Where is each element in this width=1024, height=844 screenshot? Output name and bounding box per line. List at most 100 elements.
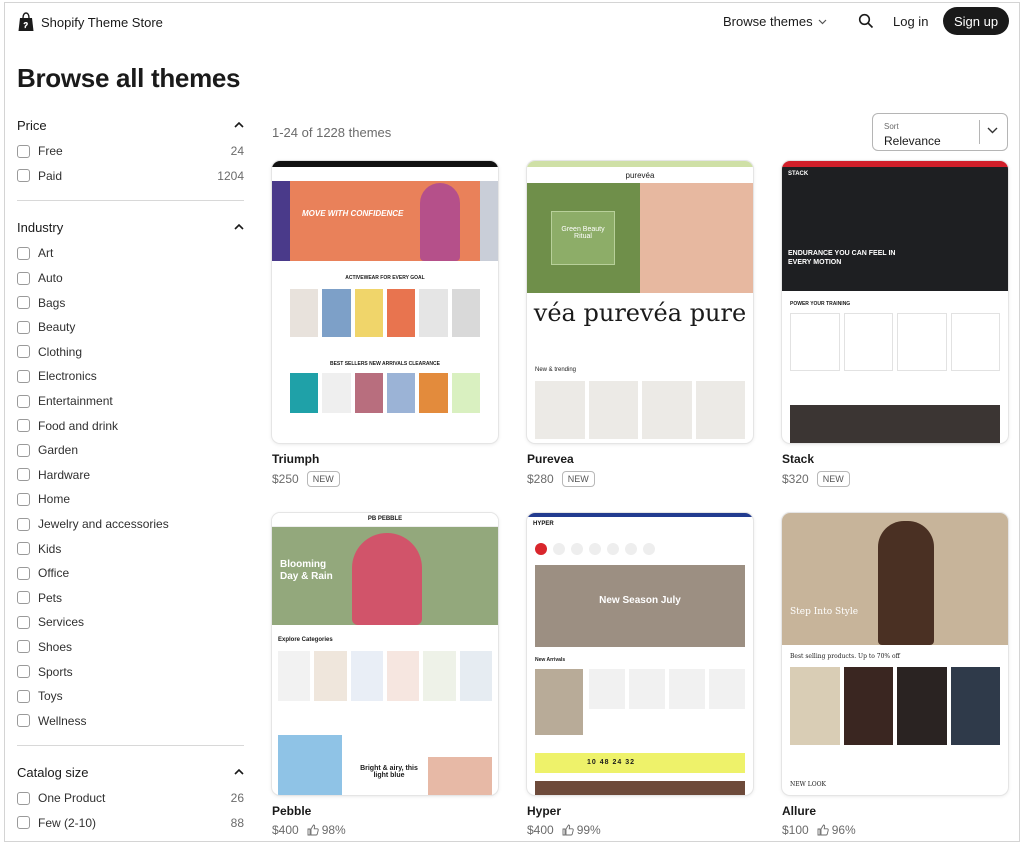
checkbox[interactable] bbox=[17, 566, 30, 580]
theme-name[interactable]: Hyper bbox=[527, 804, 753, 818]
preview-hero-portrait bbox=[640, 183, 753, 293]
preview-hero-text: Green Beauty Ritual bbox=[551, 211, 615, 265]
filter-option[interactable]: Entertainment bbox=[17, 389, 244, 414]
checkbox[interactable] bbox=[17, 714, 30, 728]
brand[interactable]: Shopify Theme Store bbox=[17, 12, 163, 32]
checkbox[interactable] bbox=[17, 492, 30, 506]
theme-card-stack[interactable]: STACK ENDURANCE YOU CAN FEEL IN EVERY MO… bbox=[782, 161, 1008, 487]
filter-option[interactable]: Clothing bbox=[17, 340, 244, 365]
filter-option[interactable]: One Product 26 bbox=[17, 786, 244, 811]
preview-category-icons bbox=[535, 543, 745, 555]
preview-product-row bbox=[535, 381, 745, 439]
facet-header-price[interactable]: Price bbox=[17, 111, 244, 139]
checkbox[interactable] bbox=[17, 517, 30, 531]
checkbox[interactable] bbox=[17, 665, 30, 679]
theme-card-allure[interactable]: Step Into Style Best selling products. U… bbox=[782, 513, 1008, 837]
theme-meta: $100 96% bbox=[782, 823, 1008, 837]
thumbs-up-icon bbox=[817, 824, 829, 836]
filter-option[interactable]: Beauty bbox=[17, 315, 244, 340]
facet-header-catalog-size[interactable]: Catalog size bbox=[17, 758, 244, 786]
filter-option[interactable]: Hardware bbox=[17, 463, 244, 488]
checkbox[interactable] bbox=[17, 542, 30, 556]
filter-option[interactable]: Free 24 bbox=[17, 139, 244, 164]
theme-preview-pebble[interactable]: PB PEBBLE Blooming Day & Rain Explore Ca… bbox=[272, 513, 498, 795]
preview-side-panel bbox=[272, 181, 290, 261]
checkbox[interactable] bbox=[17, 419, 30, 433]
filter-option[interactable]: Electronics bbox=[17, 364, 244, 389]
filter-option[interactable]: Jewelry and accessories bbox=[17, 512, 244, 537]
filter-option[interactable]: Wellness bbox=[17, 708, 244, 733]
theme-preview-stack[interactable]: STACK ENDURANCE YOU CAN FEEL IN EVERY MO… bbox=[782, 161, 1008, 443]
filter-option[interactable]: Office bbox=[17, 561, 244, 586]
filter-option[interactable]: Services bbox=[17, 610, 244, 635]
theme-name[interactable]: Triumph bbox=[272, 452, 498, 466]
option-label: Services bbox=[38, 615, 85, 630]
chevron-up-icon bbox=[234, 122, 244, 128]
checkbox[interactable] bbox=[17, 591, 30, 605]
preview-footer-image bbox=[535, 781, 745, 795]
checkbox[interactable] bbox=[17, 791, 30, 805]
checkbox[interactable] bbox=[17, 345, 30, 359]
checkbox[interactable] bbox=[17, 468, 30, 482]
theme-card-triumph[interactable]: MOVE WITH CONFIDENCE ACTIVEWEAR FOR EVER… bbox=[272, 161, 498, 487]
filter-option[interactable]: Art bbox=[17, 241, 244, 266]
theme-preview-hyper[interactable]: HYPER New Season July New Arrivals 10 48… bbox=[527, 513, 753, 795]
theme-card-hyper[interactable]: HYPER New Season July New Arrivals 10 48… bbox=[527, 513, 753, 837]
theme-price: $400 bbox=[527, 823, 554, 837]
theme-name[interactable]: Stack bbox=[782, 452, 1008, 466]
checkbox[interactable] bbox=[17, 296, 30, 310]
theme-name[interactable]: Pebble bbox=[272, 804, 498, 818]
theme-preview-allure[interactable]: Step Into Style Best selling products. U… bbox=[782, 513, 1008, 795]
filter-option[interactable]: Food and drink bbox=[17, 413, 244, 438]
checkbox[interactable] bbox=[17, 320, 30, 334]
checkbox[interactable] bbox=[17, 640, 30, 654]
option-count: 1204 bbox=[217, 168, 244, 183]
theme-name[interactable]: Allure bbox=[782, 804, 1008, 818]
filter-option[interactable]: Paid 1204 bbox=[17, 164, 244, 189]
option-label: Garden bbox=[38, 443, 79, 458]
login-link[interactable]: Log in bbox=[893, 14, 928, 29]
filter-option[interactable]: Sports bbox=[17, 659, 244, 684]
theme-card-purevea[interactable]: purevéa Green Beauty Ritual véa purevéa … bbox=[527, 161, 753, 487]
sort-select[interactable]: Sort Relevance bbox=[872, 113, 1008, 151]
theme-preview-purevea[interactable]: purevéa Green Beauty Ritual véa purevéa … bbox=[527, 161, 753, 443]
preview-model-image bbox=[420, 183, 460, 261]
checkbox[interactable] bbox=[17, 615, 30, 629]
filter-option[interactable]: Garden bbox=[17, 438, 244, 463]
filter-option[interactable]: Shoes bbox=[17, 635, 244, 660]
new-badge: NEW bbox=[561, 471, 595, 487]
option-label: Paid bbox=[38, 168, 63, 183]
results-count: 1-24 of 1228 themes bbox=[272, 125, 392, 140]
facet-header-industry[interactable]: Industry bbox=[17, 213, 244, 241]
preview-hero-text: Step Into Style bbox=[790, 607, 859, 617]
checkbox[interactable] bbox=[17, 169, 30, 183]
theme-preview-triumph[interactable]: MOVE WITH CONFIDENCE ACTIVEWEAR FOR EVER… bbox=[272, 161, 498, 443]
filter-option[interactable]: Kids bbox=[17, 536, 244, 561]
filter-option[interactable]: Auto bbox=[17, 266, 244, 291]
checkbox[interactable] bbox=[17, 271, 30, 285]
filter-option[interactable]: Toys bbox=[17, 684, 244, 709]
preview-logo: PB PEBBLE bbox=[367, 516, 403, 522]
filter-option[interactable]: Bags bbox=[17, 290, 244, 315]
preview-topbar bbox=[272, 161, 498, 167]
checkbox[interactable] bbox=[17, 246, 30, 260]
checkbox[interactable] bbox=[17, 816, 30, 830]
preview-hero-text: ENDURANCE YOU CAN FEEL IN EVERY MOTION bbox=[788, 250, 896, 266]
checkbox[interactable] bbox=[17, 443, 30, 457]
signup-button[interactable]: Sign up bbox=[943, 7, 1009, 35]
filter-option[interactable]: Few (2-10) 88 bbox=[17, 811, 244, 836]
search-icon[interactable] bbox=[858, 13, 874, 29]
browse-themes-menu[interactable]: Browse themes bbox=[723, 14, 827, 29]
checkbox[interactable] bbox=[17, 394, 30, 408]
facet-title: Catalog size bbox=[17, 764, 89, 780]
theme-price: $320 bbox=[782, 472, 809, 486]
checkbox[interactable] bbox=[17, 144, 30, 158]
theme-card-pebble[interactable]: PB PEBBLE Blooming Day & Rain Explore Ca… bbox=[272, 513, 498, 837]
filter-option[interactable]: Pets bbox=[17, 586, 244, 611]
theme-name[interactable]: Purevea bbox=[527, 452, 753, 466]
checkbox[interactable] bbox=[17, 689, 30, 703]
preview-hero-left: Green Beauty Ritual bbox=[527, 183, 640, 293]
option-count: 26 bbox=[230, 791, 244, 806]
filter-option[interactable]: Home bbox=[17, 487, 244, 512]
checkbox[interactable] bbox=[17, 369, 30, 383]
